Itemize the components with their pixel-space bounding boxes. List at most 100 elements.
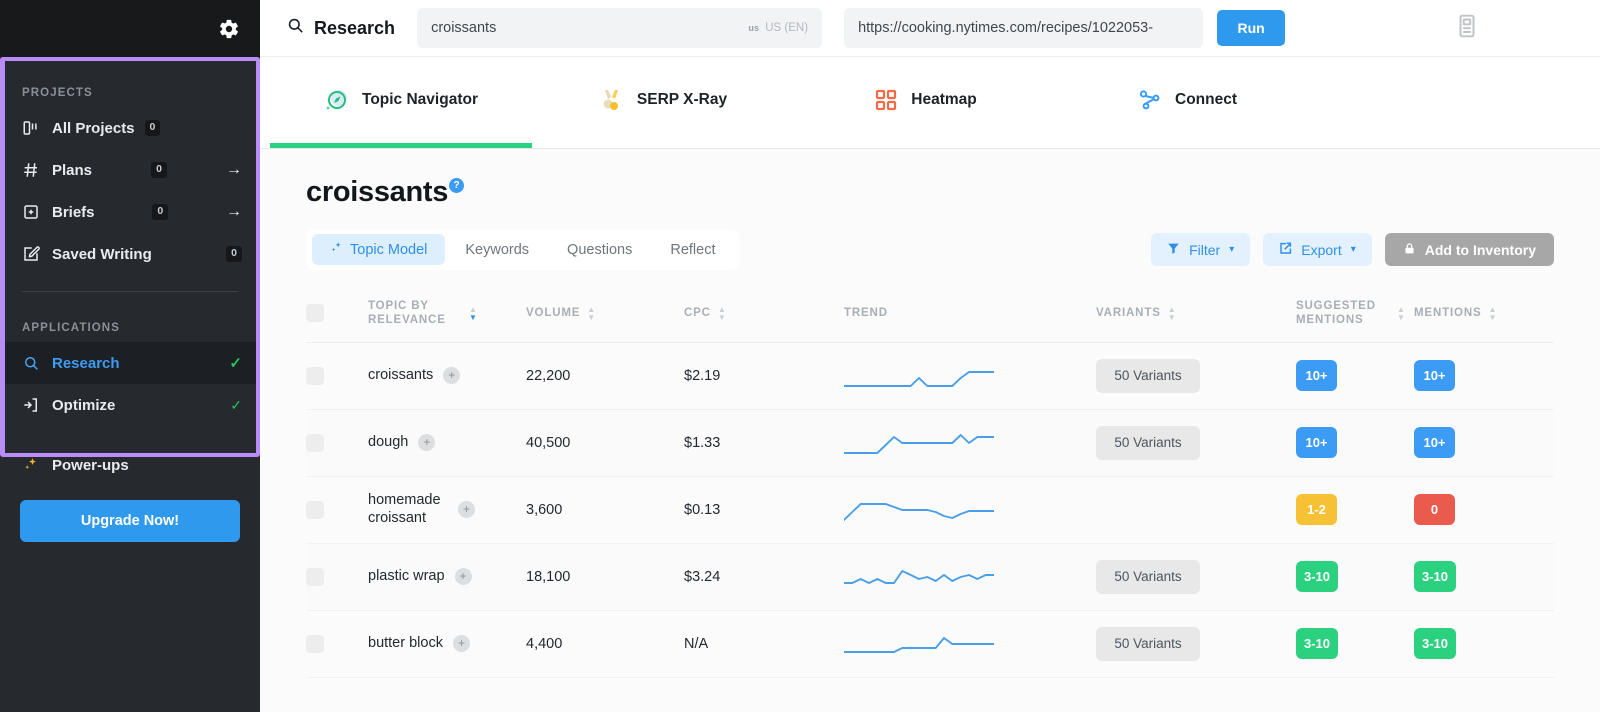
suggested-mentions-badge: 10+ (1296, 427, 1337, 458)
mentions-badge: 3-10 (1414, 628, 1456, 659)
add-topic-icon[interactable]: + (455, 568, 472, 585)
tab-topic-navigator[interactable]: Topic Navigator (270, 57, 532, 148)
cell-variants: 50 Variants (1096, 342, 1296, 409)
row-checkbox[interactable] (306, 501, 324, 519)
url-value: https://cooking.nytimes.com/recipes/1022… (858, 20, 1153, 36)
upgrade-now-button[interactable]: Upgrade Now! (20, 500, 240, 542)
cell-volume: 18,100 (526, 543, 684, 610)
variants-chip[interactable]: 50 Variants (1096, 560, 1200, 594)
th-label: SUGGESTED MENTIONS (1296, 299, 1390, 328)
variants-chip[interactable]: 50 Variants (1096, 359, 1200, 393)
sort-icon[interactable]: ▲▼ (1489, 306, 1498, 321)
top-toolbar: Research croissants us US (EN) https://c… (260, 0, 1600, 57)
add-topic-icon[interactable]: + (458, 501, 475, 518)
run-button[interactable]: Run (1217, 10, 1285, 46)
sidebar-section-applications: APPLICATIONS (0, 292, 260, 342)
th-select-all (306, 287, 368, 342)
subtab-keywords[interactable]: Keywords (447, 235, 547, 265)
cell-cpc: $2.19 (684, 342, 844, 409)
add-topic-icon[interactable]: + (443, 367, 460, 384)
cell-variants (1096, 476, 1296, 543)
th-volume[interactable]: VOLUME ▲▼ (526, 287, 684, 342)
sidebar-item-label: All Projects (52, 120, 135, 137)
row-checkbox[interactable] (306, 367, 324, 385)
row-checkbox[interactable] (306, 635, 324, 653)
sidebar-item-research[interactable]: Research ✓ (0, 342, 260, 384)
research-title-group: Research (286, 16, 395, 40)
sort-icon[interactable]: ▲▼ (469, 306, 478, 321)
topics-table: TOPIC BY RELEVANCE ▲▼ VOLUME ▲▼ (306, 287, 1554, 678)
tab-connect[interactable]: Connect (1056, 57, 1318, 148)
gear-icon[interactable] (218, 18, 240, 40)
arrow-right-icon[interactable]: → (226, 162, 242, 178)
table-row[interactable]: homemade croissant+3,600$0.131-20 (306, 476, 1554, 543)
subtab-reflect[interactable]: Reflect (652, 235, 733, 265)
subtabs-row: Topic Model Keywords Questions Reflect (306, 229, 1554, 270)
help-icon[interactable]: ? (449, 178, 464, 193)
th-cpc[interactable]: CPC ▲▼ (684, 287, 844, 342)
sort-icon[interactable]: ▲▼ (1397, 306, 1406, 321)
arrow-right-icon[interactable]: → (226, 204, 242, 220)
locale-selector[interactable]: us US (EN) (748, 22, 808, 34)
grid-icon (873, 87, 899, 113)
select-all-checkbox[interactable] (306, 304, 324, 322)
keyword-input[interactable]: croissants us US (EN) (417, 8, 822, 48)
table-row[interactable]: butter block+4,400N/A50 Variants3-103-10 (306, 610, 1554, 677)
sort-icon[interactable]: ▲▼ (718, 306, 727, 321)
article-icon[interactable] (1454, 13, 1480, 44)
page-title-row: croissants ? (306, 149, 1554, 209)
check-icon: ✓ (230, 397, 242, 414)
chevron-down-icon: ▾ (1351, 245, 1356, 255)
cell-trend (844, 342, 1096, 409)
export-button[interactable]: Export ▾ (1263, 233, 1372, 266)
sidebar-item-plans[interactable]: Plans 0 → (0, 149, 260, 191)
tab-serp-xray[interactable]: SERP X-Ray (532, 57, 794, 148)
sidebar-item-briefs[interactable]: Briefs 0 → (0, 191, 260, 233)
add-to-inventory-button[interactable]: Add to Inventory (1385, 233, 1554, 266)
add-topic-icon[interactable]: + (453, 635, 470, 652)
cell-checkbox (306, 409, 368, 476)
filter-button[interactable]: Filter ▾ (1151, 233, 1250, 266)
cell-trend (844, 409, 1096, 476)
subtab-questions[interactable]: Questions (549, 235, 650, 265)
sidebar-item-power-ups[interactable]: Power-ups (0, 444, 260, 486)
sparkle-icon (22, 456, 40, 474)
url-input[interactable]: https://cooking.nytimes.com/recipes/1022… (844, 8, 1203, 48)
cell-cpc: $3.24 (684, 543, 844, 610)
th-label: VARIANTS (1096, 306, 1161, 320)
locale-label: US (EN) (765, 22, 808, 34)
add-topic-icon[interactable]: + (418, 434, 435, 451)
th-label: VOLUME (526, 306, 580, 320)
sidebar-item-optimize[interactable]: Optimize ✓ (0, 384, 260, 426)
cell-suggested-mentions: 10+ (1296, 409, 1414, 476)
suggested-mentions-badge: 3-10 (1296, 561, 1338, 592)
subtab-label: Topic Model (350, 242, 427, 258)
sidebar-item-all-projects[interactable]: All Projects 0 (0, 107, 260, 149)
variants-chip[interactable]: 50 Variants (1096, 426, 1200, 460)
tab-heatmap[interactable]: Heatmap (794, 57, 1056, 148)
connect-icon (1137, 87, 1163, 113)
table-row[interactable]: croissants+22,200$2.1950 Variants10+10+ (306, 342, 1554, 409)
variants-chip[interactable]: 50 Variants (1096, 627, 1200, 661)
sidebar-item-label: Optimize (52, 397, 115, 414)
th-topic-by-relevance[interactable]: TOPIC BY RELEVANCE ▲▼ (368, 287, 526, 342)
th-variants[interactable]: VARIANTS ▲▼ (1096, 287, 1296, 342)
suggested-mentions-badge: 3-10 (1296, 628, 1338, 659)
table-row[interactable]: dough+40,500$1.3350 Variants10+10+ (306, 409, 1554, 476)
th-mentions[interactable]: MENTIONS ▲▼ (1414, 287, 1554, 342)
compass-icon (324, 87, 350, 113)
export-label: Export (1301, 242, 1341, 258)
main-panel: Research croissants us US (EN) https://c… (260, 0, 1600, 712)
cell-topic: homemade croissant+ (368, 476, 526, 543)
sort-icon[interactable]: ▲▼ (1168, 306, 1177, 321)
country-flag-icon: us (748, 23, 759, 33)
row-checkbox[interactable] (306, 434, 324, 452)
subtab-label: Reflect (670, 242, 715, 258)
sidebar-item-saved-writing[interactable]: Saved Writing 0 (0, 233, 260, 275)
table-row[interactable]: plastic wrap+18,100$3.2450 Variants3-103… (306, 543, 1554, 610)
sort-icon[interactable]: ▲▼ (587, 306, 596, 321)
subtab-topic-model[interactable]: Topic Model (312, 234, 445, 265)
th-suggested-mentions[interactable]: SUGGESTED MENTIONS ▲▼ (1296, 287, 1414, 342)
row-checkbox[interactable] (306, 568, 324, 586)
edit-icon (22, 245, 40, 263)
